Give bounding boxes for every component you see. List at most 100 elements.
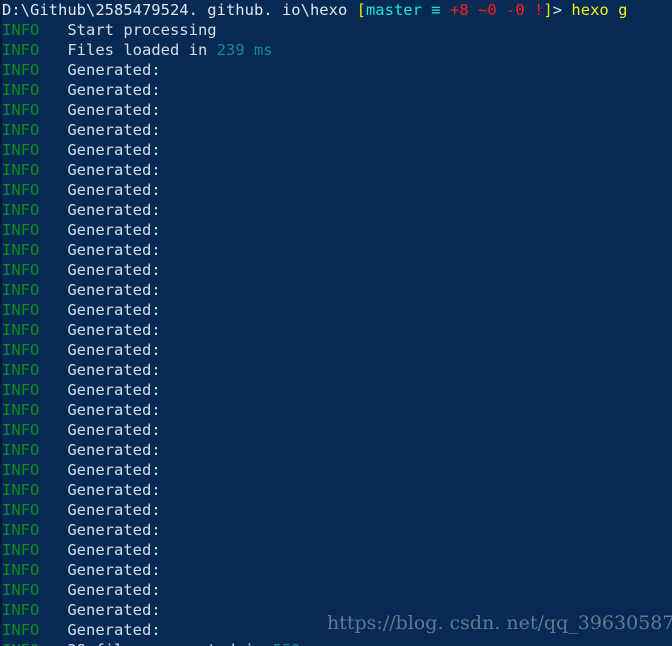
log-line: INFO Generated: [2,360,672,380]
log-level-badge: INFO [2,381,40,399]
log-level-badge: INFO [2,421,40,439]
log-message: Generated: [67,461,161,479]
log-level-badge: INFO [2,61,40,79]
log-message: Generated: [67,101,161,119]
log-gap [39,261,67,279]
log-line: INFO Generated: [2,220,672,240]
log-gap [39,121,67,139]
log-level-badge: INFO [2,321,40,339]
log-message: Start processing [67,21,217,39]
log-level-badge: INFO [2,521,40,539]
log-message: Generated: [67,201,161,219]
log-level-badge: INFO [2,261,40,279]
log-gap [39,321,67,339]
prompt-space-1 [422,1,431,19]
log-duration-unit: ms [244,41,273,59]
log-line: INFO Generated: [2,460,672,480]
log-message: Files loaded in [67,41,217,59]
log-level-badge: INFO [2,121,40,139]
log-message: Generated: [67,501,161,519]
log-level-badge: INFO [2,221,40,239]
log-level-badge: INFO [2,21,40,39]
log-gap [39,181,67,199]
log-level-badge: INFO [2,141,40,159]
typed-command[interactable]: hexo g [571,1,627,19]
log-line: INFO Generated: [2,200,672,220]
log-line: INFO Generated: [2,540,672,560]
terminal-left-edge [0,0,2,646]
prompt-line: D:\Github\2585479524. github. io\hexo [m… [2,0,672,20]
prompt-bracket-close: ] [543,1,553,19]
log-line: INFO Generated: [2,240,672,260]
log-gap [39,341,67,359]
log-line: INFO Generated: [2,260,672,280]
log-gap [39,541,67,559]
log-message: Generated: [67,141,161,159]
log-message: Generated: [67,241,161,259]
log-line: INFO Start processing [2,20,672,40]
log-message: Generated: [67,121,161,139]
log-line: INFO Generated: [2,400,672,420]
prompt-dirty-marker: ! [534,1,544,19]
log-message: Generated: [67,161,161,179]
log-level-badge: INFO [2,301,40,319]
log-gap [39,141,67,159]
log-gap [39,21,67,39]
prompt-space-5 [525,1,534,19]
log-level-badge: INFO [2,541,40,559]
log-gap [39,601,67,619]
log-message: Generated: [67,381,161,399]
log-gap [39,61,67,79]
log-line: INFO Generated: [2,440,672,460]
branch-equals-icon: ≡ [431,1,441,19]
powershell-terminal[interactable]: D:\Github\2585479524. github. io\hexo [m… [0,0,672,646]
log-gap [39,201,67,219]
prompt-arrow: > [552,1,563,19]
log-gap [39,381,67,399]
log-gap [39,441,67,459]
log-line: INFO Generated: [2,580,672,600]
log-message: Generated: [67,421,161,439]
log-gap [39,101,67,119]
log-level-badge: INFO [2,281,40,299]
log-level-badge: INFO [2,41,40,59]
log-message: Generated: [67,261,161,279]
log-line: INFO Generated: [2,420,672,440]
log-level-badge: INFO [2,161,40,179]
log-level-badge: INFO [2,561,40,579]
log-gap [39,41,67,59]
log-gap [39,401,67,419]
prompt-bracket-open: [ [356,1,366,19]
log-message: Generated: [67,621,161,639]
log-message: Generated: [67,521,161,539]
log-message: Generated: [67,221,161,239]
log-line: INFO Generated: [2,280,672,300]
log-message: Generated: [67,61,161,79]
log-line: INFO Generated: [2,80,672,100]
log-line: INFO Generated: [2,140,672,160]
log-level-badge: INFO [2,501,40,519]
log-level-badge: INFO [2,101,40,119]
log-level-badge: INFO [2,81,40,99]
log-level-badge: INFO [2,181,40,199]
log-level-badge: INFO [2,481,40,499]
log-level-badge: INFO [2,581,40,599]
log-line: INFO Generated: [2,100,672,120]
log-message: Generated: [67,281,161,299]
log-message: Generated: [67,361,161,379]
log-message: Generated: [67,321,161,339]
log-line: INFO Generated: [2,380,672,400]
log-gap [39,301,67,319]
log-message: Generated: [67,581,161,599]
log-line: INFO Generated: [2,320,672,340]
log-message: Generated: [67,401,161,419]
log-level-badge: INFO [2,201,40,219]
prompt-branch-name: master [365,1,422,19]
log-line: INFO Generated: [2,160,672,180]
log-level-badge: INFO [2,401,40,419]
log-gap [39,221,67,239]
log-line: INFO Generated: [2,340,672,360]
log-gap [39,241,67,259]
log-level-badge: INFO [2,361,40,379]
prompt-space-3 [469,1,478,19]
